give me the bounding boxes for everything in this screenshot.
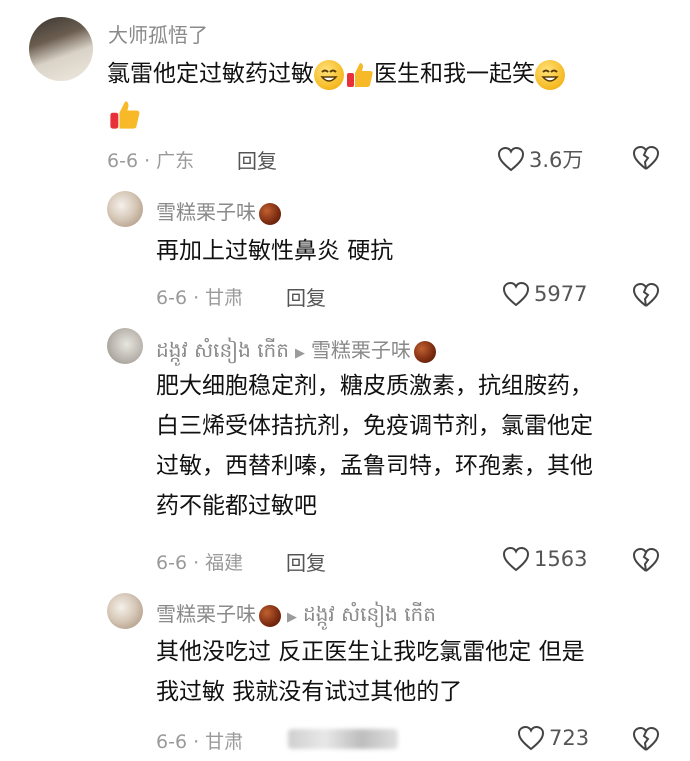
comment-date-location: 6-6 · 甘肃 [156, 287, 244, 309]
comment-text-part: 医生和我一起笑 [374, 61, 535, 87]
broken-heart-icon [632, 547, 660, 572]
broken-heart-icon [632, 145, 660, 170]
reply-button[interactable]: 回复 [237, 145, 277, 174]
like-button[interactable]: 5977 [502, 281, 587, 307]
comment-text-line: 我过敏 我就没有试过其他的了 [156, 679, 463, 705]
like-button[interactable]: 723 [517, 725, 589, 751]
comment-username[interactable]: ដង្កូវ សំនៀង កើត [156, 338, 289, 362]
like-count: 3.6万 [529, 148, 584, 172]
chestnut-icon [413, 340, 436, 363]
comment-text-line: 其他没吃过 反正医生让我吃氯雷他定 但是 [156, 639, 585, 665]
avatar[interactable] [29, 17, 93, 81]
reply-arrow-icon: ▶ [294, 346, 305, 361]
thumbs-up-icon [344, 60, 374, 90]
reply-to-username[interactable]: ដង្កូវ សំនៀង កើត [303, 602, 436, 626]
dislike-button[interactable] [632, 282, 660, 312]
thumbs-up-icon [107, 98, 141, 136]
heart-icon [502, 281, 530, 307]
comment-text-line: 肥大细胞稳定剂，糖皮质激素，抗组胺药， [156, 373, 593, 399]
chestnut-icon [259, 202, 281, 225]
comment-text: 氯雷他定过敏药过敏 医生和我一起笑 [107, 54, 565, 94]
comment-username-row: 雪糕栗子味 ▶ ដង្កូវ សំនៀង កើត [156, 598, 436, 631]
username-text: 雪糕栗子味 [156, 200, 256, 224]
comment-text-line: 药不能都过敏吧 [156, 493, 317, 519]
comment-text-line: 过敏，西替利嗪，孟鲁司特，环孢素，其他 [156, 453, 593, 479]
reply-button[interactable]: 回复 [286, 547, 326, 576]
heart-icon [502, 546, 530, 572]
like-count: 5977 [534, 282, 588, 306]
avatar[interactable] [107, 593, 143, 629]
comment-username[interactable]: 雪糕栗子味 [156, 196, 281, 225]
avatar[interactable] [107, 191, 143, 227]
comment-date-location: 6-6 · 甘肃 [156, 731, 244, 753]
avatar[interactable] [107, 328, 143, 364]
reply-to-username[interactable]: 雪糕栗子味 [311, 338, 411, 362]
like-count: 1563 [534, 547, 588, 571]
comment-date-location: 6-6 · 福建 [156, 552, 244, 574]
dislike-button[interactable] [632, 726, 660, 756]
grin-emoji-icon [535, 59, 565, 90]
heart-icon [497, 146, 525, 172]
comment-date-location: 6-6 · 广东 [107, 150, 195, 172]
grin-emoji-icon [314, 59, 344, 90]
chestnut-icon [259, 604, 281, 627]
like-button[interactable]: 1563 [502, 546, 587, 572]
like-button[interactable]: 3.6万 [497, 144, 583, 174]
like-count: 723 [549, 726, 590, 750]
comment-text: 再加上过敏性鼻炎 硬抗 [156, 238, 394, 264]
heart-icon [517, 725, 545, 751]
broken-heart-icon [632, 726, 660, 751]
comment-username[interactable]: 雪糕栗子味 [156, 602, 256, 626]
dislike-button[interactable] [632, 145, 660, 175]
comment-text: 肥大细胞稳定剂，糖皮质激素，抗组胺药， 白三烯受体拮抗剂，免疫调节剂，氯雷他定 … [156, 366, 593, 526]
comment-text-line: 白三烯受体拮抗剂，免疫调节剂，氯雷他定 [156, 413, 593, 439]
reply-arrow-icon: ▶ [287, 610, 297, 625]
blurred-content [288, 728, 398, 749]
comment-text-part: 氯雷他定过敏药过敏 [107, 61, 314, 87]
comment-username[interactable]: 大师孤悟了 [108, 19, 208, 48]
comment-username-row: ដង្កូវ សំនៀង កើត ▶ 雪糕栗子味 [156, 334, 436, 367]
dislike-button[interactable] [632, 547, 660, 577]
broken-heart-icon [632, 282, 660, 307]
comment-text: 其他没吃过 反正医生让我吃氯雷他定 但是 我过敏 我就没有试过其他的了 [156, 632, 585, 712]
reply-button[interactable]: 回复 [286, 282, 326, 311]
